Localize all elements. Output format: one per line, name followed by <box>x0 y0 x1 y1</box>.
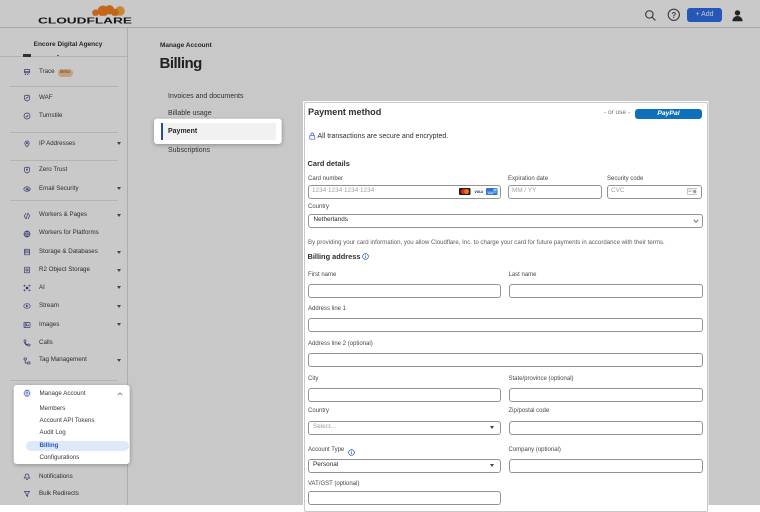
svg-text:CLOUDFLARE: CLOUDFLARE <box>38 17 133 26</box>
svg-text:?: ? <box>671 11 676 20</box>
svg-text:VISA: VISA <box>474 190 483 194</box>
